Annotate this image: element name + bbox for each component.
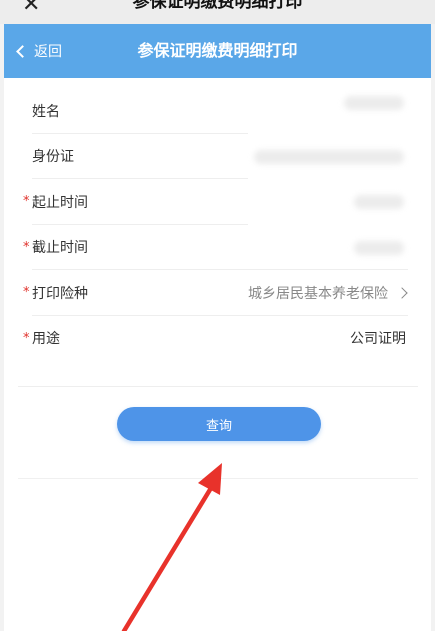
required-mark: * [23, 285, 30, 301]
form-row-id-card[interactable]: 身份证 [18, 134, 418, 179]
form-row-purpose[interactable]: * 用途 公司证明 [18, 316, 418, 362]
left-gutter [0, 24, 4, 631]
query-form: 姓名 身份证 * 起止时间 * 截止时间 * 打印险种 城乡居民基本养老保险 *… [18, 88, 418, 361]
form-row-name[interactable]: 姓名 [18, 88, 418, 134]
required-mark: * [23, 330, 30, 346]
annotation-arrow-shaft [121, 485, 214, 631]
chevron-right-icon [396, 287, 408, 299]
query-button[interactable]: 查询 [117, 407, 321, 441]
start-time-label: 起止时间 [32, 194, 88, 211]
id-card-value-redacted [254, 149, 404, 164]
required-mark: * [23, 239, 30, 255]
more-icon[interactable]: ··· [395, 0, 417, 10]
purpose-value[interactable]: 公司证明 [350, 328, 406, 348]
wechat-title-bar: ✕ 参保证明缴费明细打印 ··· [0, 0, 435, 24]
annotation-arrow-head [198, 463, 222, 495]
page-header: 返回 参保证明缴费明细打印 [4, 24, 431, 78]
form-bottom-divider [18, 386, 418, 387]
name-value-redacted [344, 96, 404, 110]
purpose-label: 用途 [32, 331, 60, 348]
insurance-type-select[interactable]: 城乡居民基本养老保险 [248, 283, 408, 303]
id-card-label: 身份证 [32, 149, 74, 166]
right-gutter [431, 24, 435, 631]
page-title: 参保证明缴费明细打印 [137, 41, 298, 60]
wechat-page-title: 参保证明缴费明细打印 [132, 0, 303, 12]
insurance-type-label: 打印险种 [32, 285, 88, 302]
button-section-divider [18, 478, 418, 479]
start-time-value-redacted [354, 195, 404, 209]
insurance-type-value: 城乡居民基本养老保险 [248, 285, 388, 302]
end-time-value-redacted [354, 240, 404, 255]
form-row-start-time[interactable]: * 起止时间 [18, 179, 418, 225]
end-time-label: 截止时间 [32, 240, 88, 257]
required-mark: * [23, 194, 30, 210]
form-row-end-time[interactable]: * 截止时间 [18, 225, 418, 270]
name-label: 姓名 [32, 103, 60, 120]
form-row-insurance-type[interactable]: * 打印险种 城乡居民基本养老保险 [18, 270, 418, 316]
